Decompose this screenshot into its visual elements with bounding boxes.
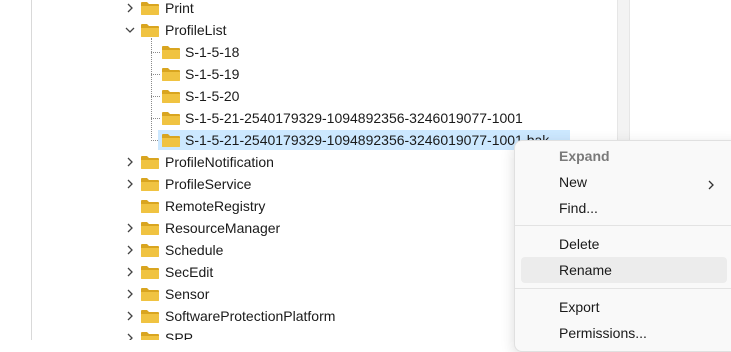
folder-icon	[141, 309, 159, 323]
folder-icon	[162, 133, 180, 147]
folder-icon	[141, 23, 159, 37]
menu-item-label: Rename	[559, 262, 612, 278]
menu-item-new[interactable]: New	[521, 169, 727, 195]
folder-icon	[162, 45, 180, 59]
tree-item-label: S-1-5-21-2540179329-1094892356-324601907…	[185, 110, 523, 126]
menu-item-label: Delete	[559, 236, 600, 252]
menu-item-export[interactable]: Export	[521, 294, 727, 320]
menu-item-label: New	[559, 174, 588, 190]
tree-item-label: ProfileService	[165, 176, 252, 192]
chevron-right-icon[interactable]	[124, 217, 136, 239]
chevron-right-icon[interactable]	[124, 283, 136, 305]
folder-icon	[141, 221, 159, 235]
menu-separator	[515, 225, 731, 226]
chevron-right-icon[interactable]	[124, 305, 136, 327]
tree-item-label: Sensor	[165, 286, 210, 302]
tree-item-print[interactable]: Print	[0, 0, 617, 19]
chevron-down-icon[interactable]	[124, 19, 136, 41]
tree-item-label: ProfileList	[165, 22, 227, 38]
menu-item-label: Permissions...	[559, 325, 647, 341]
tree-item-user-sid[interactable]: S-1-5-21-2540179329-1094892356-324601907…	[0, 107, 617, 129]
tree-item-s-1-5-18[interactable]: S-1-5-18	[0, 41, 617, 63]
folder-icon	[141, 265, 159, 279]
tree-item-s-1-5-20[interactable]: S-1-5-20	[0, 85, 617, 107]
menu-item-permissions[interactable]: Permissions...	[521, 320, 727, 346]
menu-item-find[interactable]: Find...	[521, 195, 727, 221]
chevron-right-icon[interactable]	[124, 261, 136, 283]
tree-item-label: ResourceManager	[165, 220, 281, 236]
menu-item-delete[interactable]: Delete	[521, 231, 727, 257]
tree-item-label: S-1-5-19	[185, 66, 240, 82]
tree-item-label: Schedule	[165, 242, 224, 258]
menu-item-rename[interactable]: Rename	[521, 257, 727, 283]
tree-item-label: SoftwareProtectionPlatform	[165, 308, 336, 324]
folder-icon	[162, 67, 180, 81]
chevron-right-icon	[707, 177, 715, 193]
tree-item-label: ProfileNotification	[165, 154, 274, 170]
folder-icon	[141, 177, 159, 191]
menu-item-label: Export	[559, 299, 600, 315]
folder-icon	[162, 111, 180, 125]
chevron-right-icon[interactable]	[124, 173, 136, 195]
tree-item-s-1-5-19[interactable]: S-1-5-19	[0, 63, 617, 85]
tree-item-label: S-1-5-21-2540179329-1094892356-324601907…	[185, 132, 550, 148]
tree-item-profilelist[interactable]: ProfileList	[0, 19, 617, 41]
tree-item-label: Print	[165, 0, 194, 16]
tree-item-label: RemoteRegistry	[165, 198, 266, 214]
folder-icon	[141, 287, 159, 301]
tree-item-label: SecEdit	[165, 264, 214, 280]
chevron-right-icon[interactable]	[124, 0, 136, 19]
folder-icon	[141, 331, 159, 340]
chevron-right-icon[interactable]	[124, 151, 136, 173]
menu-item-label: Find...	[559, 200, 598, 216]
folder-icon	[162, 89, 180, 103]
folder-icon	[141, 243, 159, 257]
tree-item-label: S-1-5-18	[185, 44, 240, 60]
chevron-right-icon[interactable]	[124, 327, 136, 340]
folder-icon	[141, 1, 159, 15]
menu-item-label: Expand	[559, 148, 610, 164]
context-menu: Expand New Find... Delete Rename Export …	[514, 140, 731, 352]
menu-separator	[515, 288, 731, 289]
folder-icon	[141, 155, 159, 169]
tree-item-label: S-1-5-20	[185, 88, 240, 104]
folder-icon	[141, 199, 159, 213]
tree-item-label: SPP	[165, 330, 194, 340]
menu-item-expand: Expand	[521, 143, 727, 169]
chevron-right-icon[interactable]	[124, 239, 136, 261]
